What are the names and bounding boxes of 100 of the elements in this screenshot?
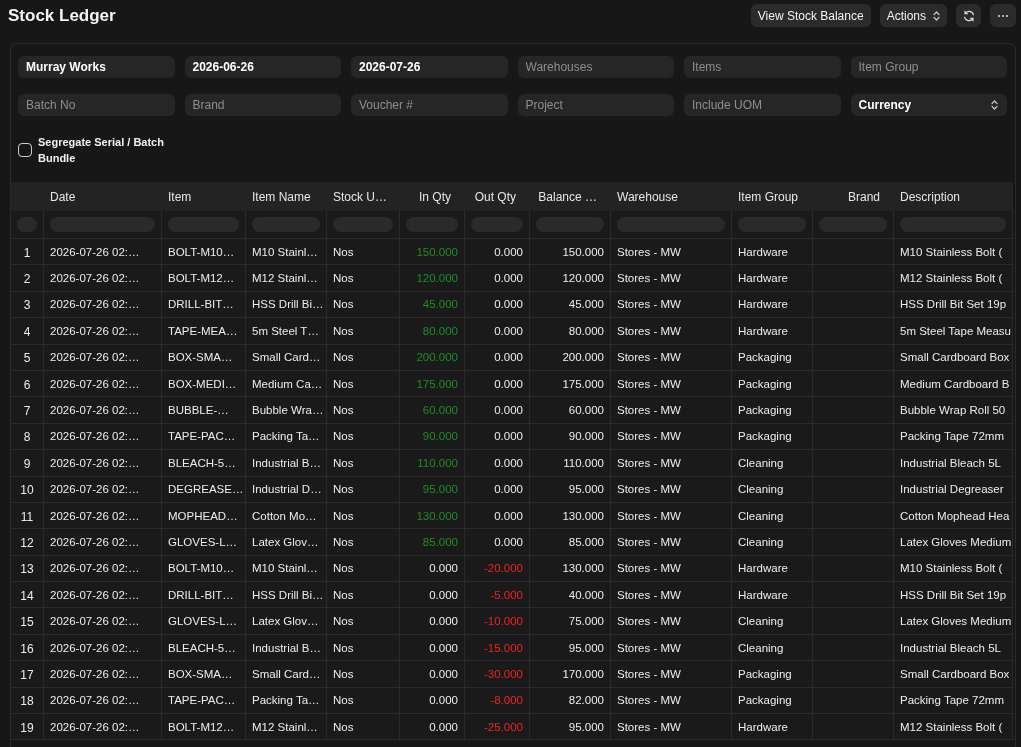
table-cell: Nos <box>327 529 400 556</box>
row-number: 15 <box>11 608 44 635</box>
column-header[interactable]: Description <box>894 182 1013 211</box>
row-number: 18 <box>11 687 44 715</box>
table-cell: 0.000 <box>465 265 530 292</box>
table-cell: M12 Stainless Bolt ( <box>894 265 1013 292</box>
table-cell: -8.000 <box>465 687 530 715</box>
filter-input-field[interactable]: 2026-06-26 <box>184 56 341 78</box>
table-cell: 200.000 <box>400 344 465 371</box>
table-cell: BLEACH-5… <box>162 634 246 662</box>
refresh-button[interactable] <box>956 4 981 27</box>
table-cell: 40.000 <box>530 582 611 609</box>
checkbox-label: Segregate Serial / Batch Bundle <box>38 135 165 166</box>
filter-input-field[interactable]: Murray Works <box>18 56 175 78</box>
table-cell: Stores - MW <box>611 714 732 741</box>
dropdown-button[interactable]: Actions <box>879 4 947 27</box>
table-cell: Nos <box>327 450 400 477</box>
more-button[interactable] <box>990 4 1016 27</box>
row-number: 13 <box>11 555 44 583</box>
table-cell: Stores - MW <box>611 265 732 292</box>
table-cell: 95.000 <box>530 634 611 662</box>
column-header[interactable]: Out Qty <box>465 182 530 211</box>
table-cell: BLEACH-5… <box>162 450 246 477</box>
table-cell: Medium Ca… <box>246 370 327 398</box>
filter-input-field[interactable]: Project <box>517 94 674 116</box>
column-header[interactable]: Balance … <box>530 182 611 211</box>
table-cell: GLOVES-L… <box>162 608 246 635</box>
column-header[interactable]: Item Name <box>246 182 327 211</box>
filter-input-field[interactable]: Item Group <box>850 56 1007 78</box>
table-cell: 170.000 <box>530 661 611 688</box>
filter-input-field[interactable]: Voucher # <box>351 94 508 116</box>
filter-input-field[interactable]: Warehouses <box>517 56 674 78</box>
table-cell: Nos <box>327 265 400 292</box>
table-cell: 0.000 <box>465 397 530 424</box>
table-cell: 2026-07-26 02:… <box>44 555 162 583</box>
table-cell: Nos <box>327 661 400 688</box>
column-header[interactable]: Stock U… <box>327 182 400 211</box>
table-cell: Industrial Degreaser <box>894 476 1013 503</box>
table-cell: 82.000 <box>530 687 611 715</box>
table-cell: 200.000 <box>530 344 611 371</box>
column-header[interactable]: Date <box>44 182 162 211</box>
column-header[interactable]: Warehouse <box>611 182 732 211</box>
column-header[interactable]: Item Group <box>732 182 813 211</box>
table-cell: Nos <box>327 502 400 530</box>
table-cell: Latex Glov… <box>246 608 327 635</box>
table-cell: Nos <box>327 344 400 371</box>
table-cell: -5.000 <box>465 582 530 609</box>
table-cell: Stores - MW <box>611 608 732 635</box>
table-cell: 0.000 <box>465 450 530 477</box>
table-cell: -10.000 <box>465 608 530 635</box>
column-header[interactable]: Item <box>162 182 246 211</box>
column-header[interactable]: Brand <box>813 182 894 211</box>
row-number: 14 <box>11 582 44 609</box>
view-balance-button[interactable]: View Stock Balance <box>750 4 871 27</box>
table-cell: 60.000 <box>530 397 611 424</box>
checkbox[interactable] <box>18 143 32 157</box>
table-cell: 2026-07-26 02:… <box>44 265 162 292</box>
table-cell: Latex Gloves Medium <box>894 608 1013 635</box>
table-cell: 0.000 <box>465 318 530 345</box>
table-cell: DRILL-BIT… <box>162 582 246 609</box>
table-cell: 175.000 <box>530 370 611 398</box>
row-number: 3 <box>11 291 44 319</box>
table-cell: Nos <box>327 239 400 266</box>
filter-input-field[interactable]: Items <box>684 56 841 78</box>
table-cell: 2026-07-26 02:… <box>44 661 162 688</box>
table-cell: BOLT-M10… <box>162 239 246 266</box>
column-header[interactable]: In Qty <box>400 182 465 211</box>
table-cell: Packing Ta… <box>246 687 327 715</box>
chevron-updown-icon <box>991 100 998 110</box>
table-cell: Industrial B… <box>246 450 327 477</box>
filter-select[interactable]: Currency <box>850 94 1007 116</box>
table-cell: Packaging <box>732 397 813 424</box>
table-cell: Stores - MW <box>611 239 732 266</box>
table-cell: 95.000 <box>400 476 465 503</box>
filter-input-field[interactable]: Batch No <box>18 94 175 116</box>
table-cell: Stores - MW <box>611 318 732 345</box>
filter-input-field[interactable]: Brand <box>184 94 341 116</box>
table-cell: 2026-07-26 02:… <box>44 502 162 530</box>
table-cell: Stores - MW <box>611 291 732 319</box>
row-number: 1 <box>11 239 44 266</box>
table-cell: 2026-07-26 02:… <box>44 687 162 715</box>
table-cell: M10 Stainless Bolt ( <box>894 555 1013 583</box>
table-cell: BUBBLE-… <box>162 397 246 424</box>
table-cell: 5m Steel Tape Measu <box>894 318 1013 345</box>
table-cell: 0.000 <box>465 423 530 451</box>
filter-input-field[interactable]: 2026-07-26 <box>351 56 508 78</box>
table-cell: Bubble Wrap Roll 50 <box>894 397 1013 424</box>
row-number: 5 <box>11 344 44 371</box>
table-cell: Stores - MW <box>611 450 732 477</box>
table-cell: 0.000 <box>465 344 530 371</box>
table-cell: Stores - MW <box>611 687 732 715</box>
table-cell: Nos <box>327 397 400 424</box>
table-cell: Stores - MW <box>611 370 732 398</box>
filter-input-field[interactable]: Include UOM <box>684 94 841 116</box>
table-cell: 90.000 <box>400 423 465 451</box>
table-cell: Cleaning <box>732 634 813 662</box>
table-cell: Stores - MW <box>611 397 732 424</box>
table-cell: 2026-07-26 02:… <box>44 291 162 319</box>
table-cell: M10 Stainless Bolt ( <box>894 239 1013 266</box>
table-cell: Small Card… <box>246 344 327 371</box>
